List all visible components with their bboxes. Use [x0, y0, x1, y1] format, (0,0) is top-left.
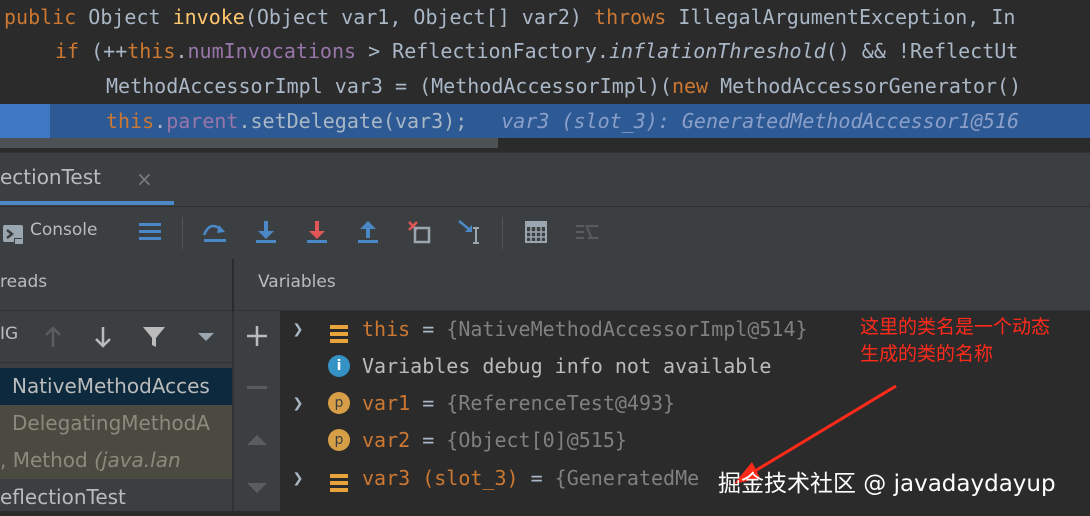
watermark: 掘金技术社区 @ javadaydayup: [718, 471, 1056, 497]
annotation-arrow: [734, 384, 897, 484]
